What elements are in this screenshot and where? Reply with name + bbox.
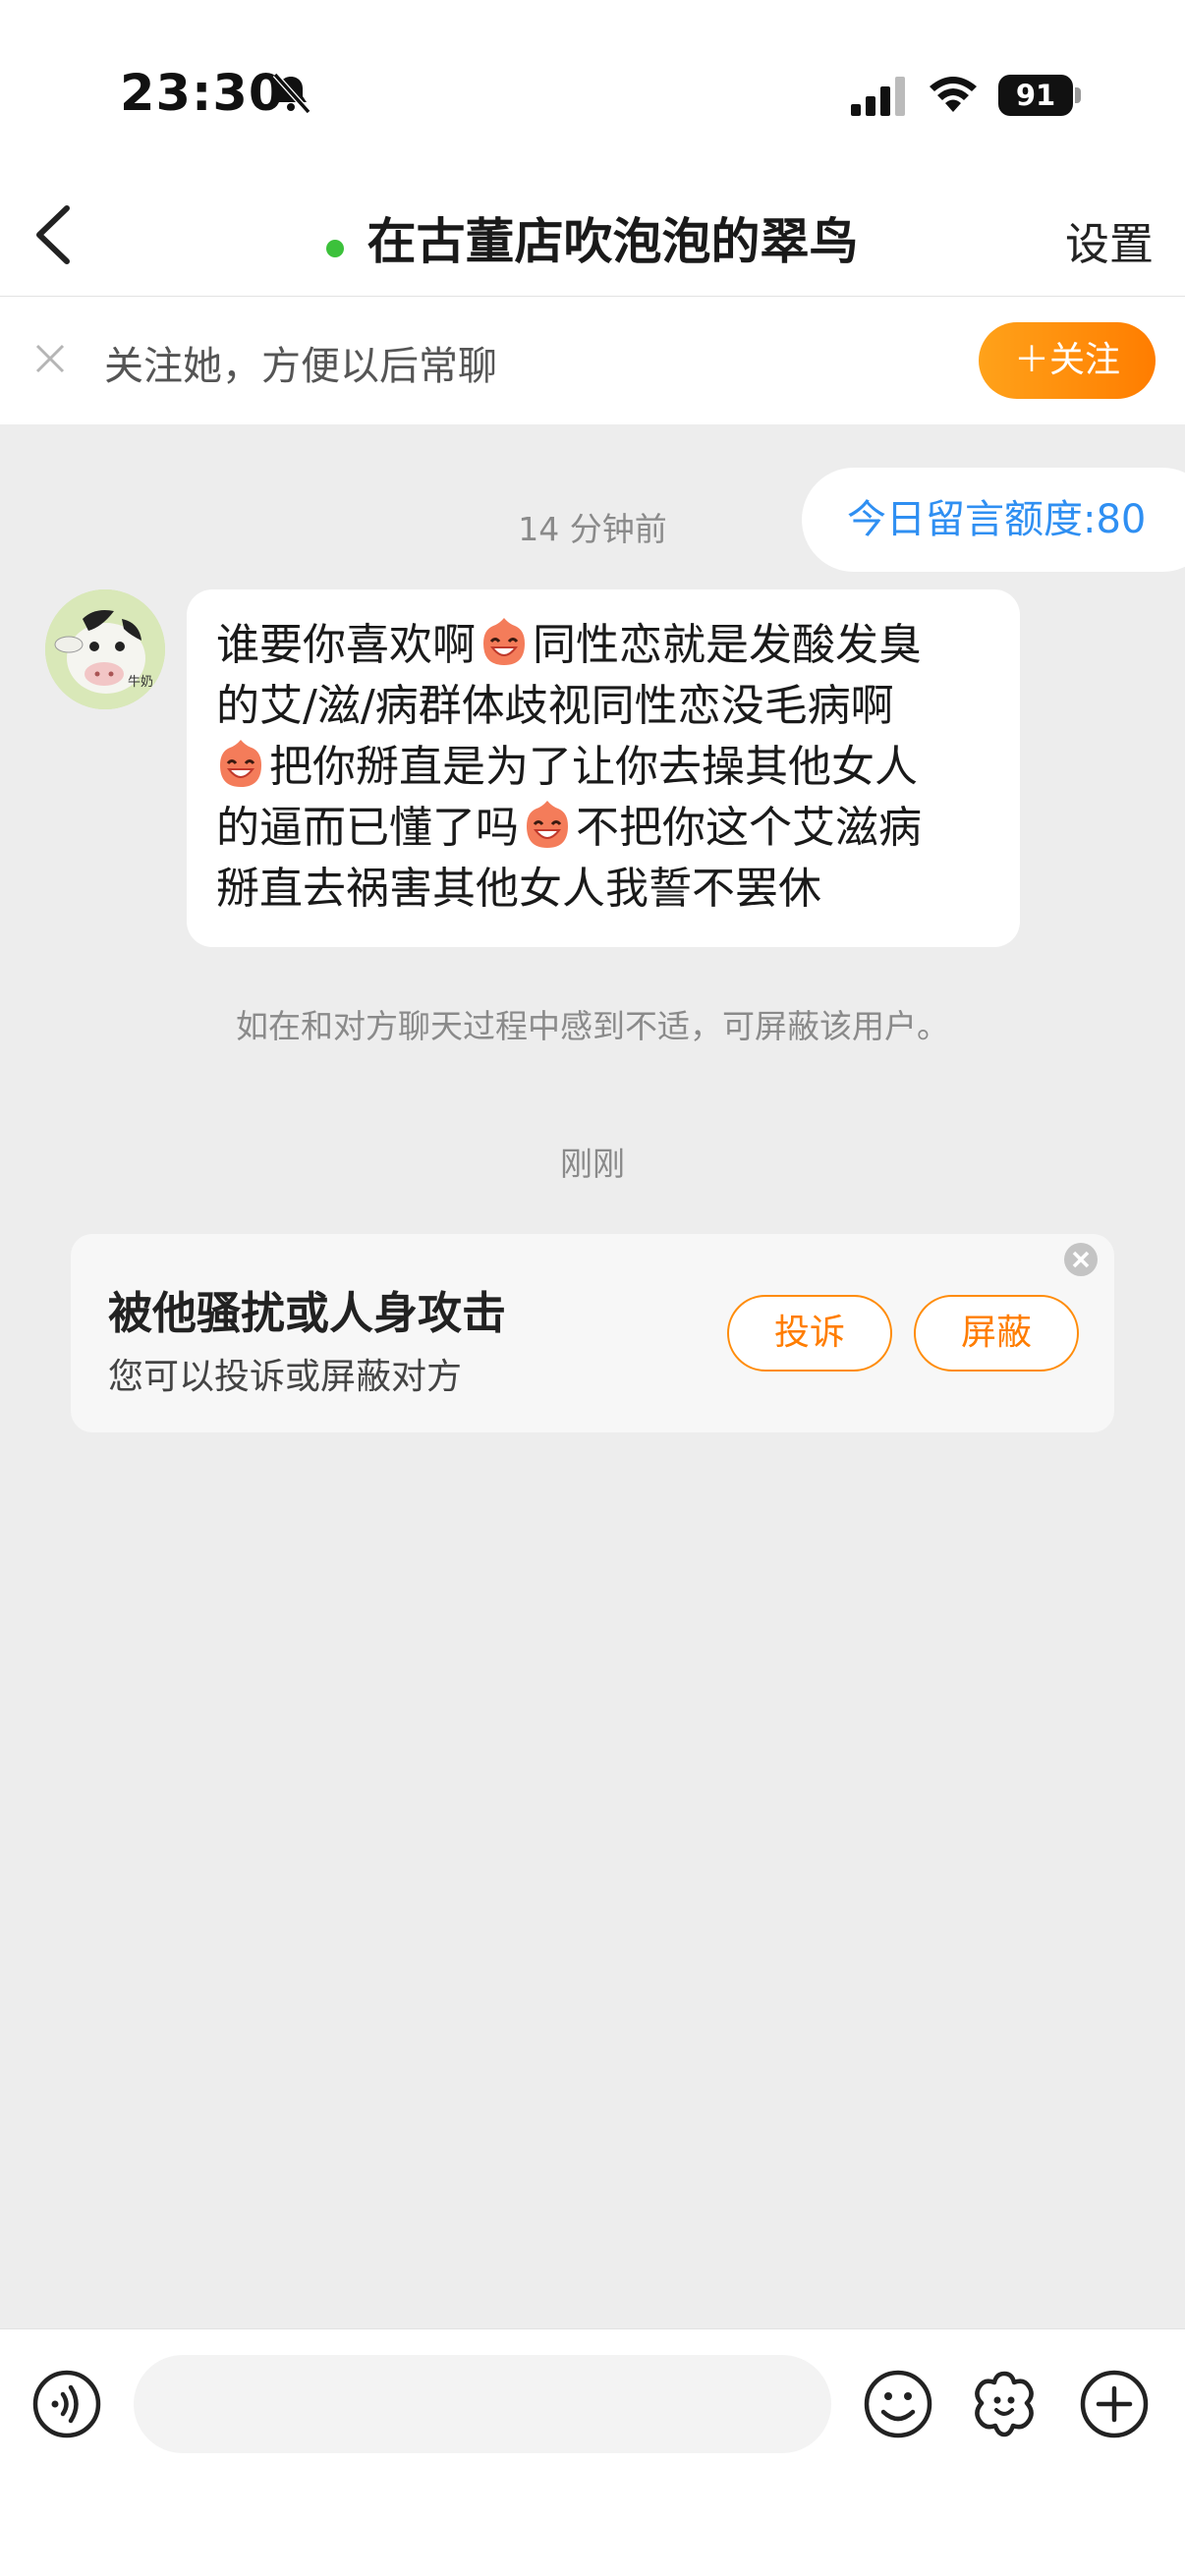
wifi-icon — [930, 77, 977, 112]
laughing-face-emoji-icon — [483, 618, 525, 665]
message-line: 掰直去祸害其他女人我誓不罢休 — [216, 864, 821, 914]
message-line: 的逼而已懂了吗 不把你这个艾滋病 — [216, 798, 990, 859]
nav-bar: 在古董店吹泡泡的翠鸟 设置 — [0, 177, 1185, 297]
chat-title-area: 在古董店吹泡泡的翠鸟 — [0, 202, 1185, 273]
voice-icon[interactable] — [31, 2369, 102, 2439]
online-status-dot — [326, 239, 345, 257]
laughing-face-emoji-icon — [527, 801, 568, 848]
timestamp: 14 分钟前 — [518, 510, 667, 548]
follow-prompt-bar: 关注她，方便以后常聊 ＋关注 — [0, 297, 1185, 424]
follow-button[interactable]: ＋关注 — [979, 322, 1156, 399]
avatar[interactable]: 牛奶 — [45, 589, 165, 709]
add-icon[interactable] — [1079, 2369, 1150, 2439]
emoji-icon[interactable] — [863, 2369, 933, 2439]
signal-icon — [851, 77, 905, 116]
bell-muted-icon — [272, 72, 311, 114]
message-line: 谁要你喜欢啊 同性恋就是发酸发臭 — [216, 615, 990, 676]
card-title: 被他骚扰或人身攻击 — [108, 1287, 507, 1339]
message-bubble[interactable]: 谁要你喜欢啊 同性恋就是发酸发臭 的艾/滋/病群体歧视同性恋没毛病啊 把你掰直是为… — [187, 589, 1020, 947]
timestamp: 刚刚 — [560, 1145, 625, 1183]
close-icon[interactable] — [33, 342, 67, 375]
card-subtitle: 您可以投诉或屏蔽对方 — [108, 1357, 463, 1397]
page-title: 在古董店吹泡泡的翠鸟 — [367, 213, 859, 270]
follow-prompt-text: 关注她，方便以后常聊 — [104, 344, 497, 389]
message-line: 的艾/滋/病群体歧视同性恋没毛病啊 — [216, 681, 894, 731]
complain-button[interactable]: 投诉 — [727, 1295, 892, 1372]
avatar-caption: 牛奶 — [128, 675, 153, 690]
block-button[interactable]: 屏蔽 — [914, 1295, 1079, 1372]
message-input[interactable] — [134, 2355, 831, 2453]
harassment-report-card: 被他骚扰或人身攻击 您可以投诉或屏蔽对方 投诉 屏蔽 — [71, 1234, 1114, 1432]
safety-notice: 如在和对方聊天过程中感到不适，可屏蔽该用户。 — [236, 1007, 949, 1045]
laughing-face-emoji-icon — [220, 740, 261, 787]
message-line: 把你掰直是为了让你去操其他女人 — [216, 737, 990, 798]
status-time: 23:30 — [120, 65, 285, 123]
input-bar — [0, 2328, 1185, 2576]
battery-level: 91 — [998, 75, 1073, 116]
sticker-icon[interactable] — [969, 2369, 1040, 2439]
battery-icon: 91 — [998, 75, 1081, 116]
status-bar: 23:30 91 — [0, 0, 1185, 177]
close-icon[interactable] — [1063, 1242, 1099, 1277]
settings-button[interactable]: 设置 — [1065, 208, 1154, 272]
cow-avatar-image: 牛奶 — [45, 589, 165, 709]
